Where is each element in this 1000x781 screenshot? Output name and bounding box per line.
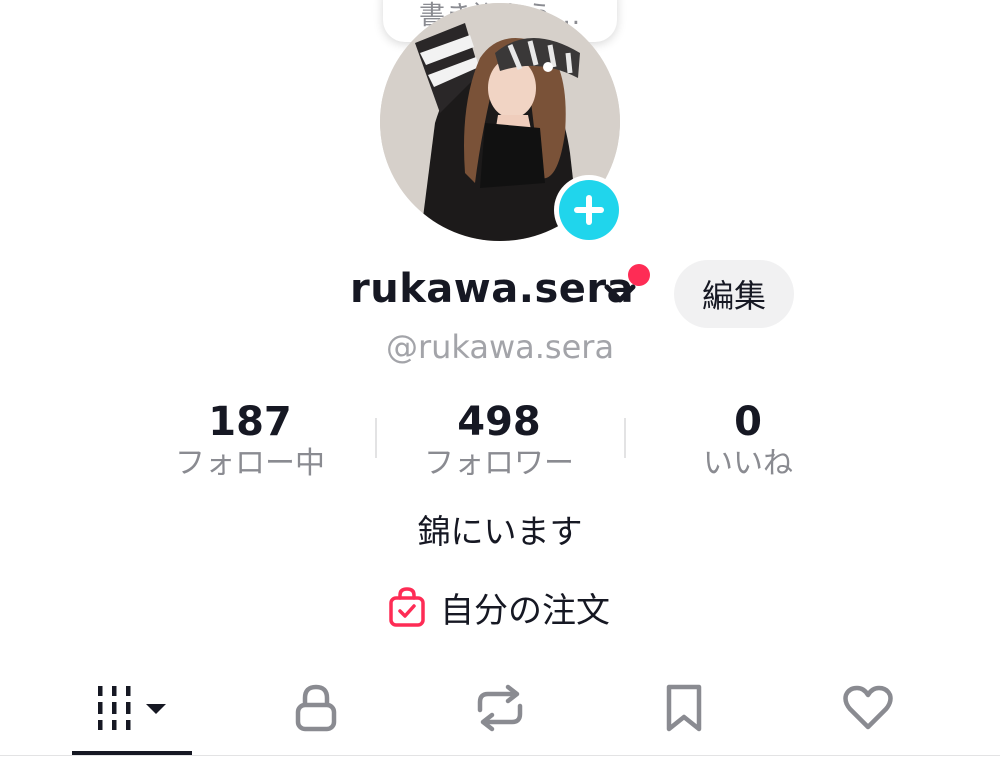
- tab-reposts[interactable]: [440, 672, 560, 744]
- profile-bio: 錦にいます: [417, 512, 583, 551]
- edit-profile-button[interactable]: 編集: [674, 260, 794, 328]
- caret-down-icon: [146, 704, 166, 714]
- heart-icon: [843, 685, 893, 730]
- shopping-bag-check-icon: [389, 587, 425, 627]
- tab-private[interactable]: [256, 672, 376, 744]
- stat-divider: [375, 418, 377, 458]
- tab-videos[interactable]: [72, 672, 192, 744]
- tab-favorites[interactable]: [624, 672, 744, 744]
- tab-divider: [0, 755, 1000, 756]
- my-orders-label: 自分の注文: [440, 590, 610, 631]
- chevron-down-icon[interactable]: [604, 282, 636, 306]
- plus-icon: [559, 180, 619, 240]
- grid-bars-icon: [98, 686, 166, 730]
- following-count: 187: [208, 399, 292, 445]
- followers-stat[interactable]: 498 フォロワー: [389, 398, 609, 484]
- following-stat[interactable]: 187 フォロー中: [140, 398, 360, 484]
- user-handle: @rukawa.sera: [385, 328, 615, 366]
- likes-count: 0: [734, 399, 762, 445]
- my-orders-link[interactable]: 自分の注文: [388, 582, 610, 632]
- followers-count: 498: [457, 399, 541, 445]
- stat-divider: [624, 418, 626, 458]
- likes-label: いいね: [703, 446, 793, 481]
- likes-stat[interactable]: 0 いいね: [638, 398, 858, 484]
- followers-label: フォロワー: [424, 446, 574, 481]
- notification-dot: [628, 264, 650, 286]
- tab-liked[interactable]: [808, 672, 928, 744]
- repost-icon: [477, 684, 523, 732]
- lock-icon: [295, 684, 337, 732]
- following-label: フォロー中: [175, 446, 325, 481]
- username[interactable]: rukawa.sera: [350, 266, 634, 312]
- add-story-button[interactable]: [554, 175, 624, 245]
- bookmark-icon: [666, 684, 702, 732]
